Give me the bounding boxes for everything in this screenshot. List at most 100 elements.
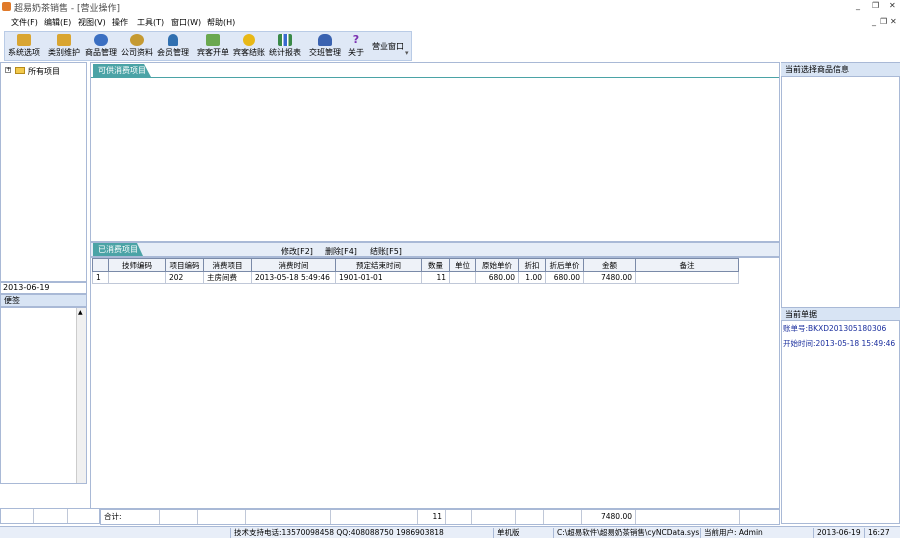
bill-number: 账单号:BKXD201305180306	[783, 324, 887, 333]
package-icon	[206, 34, 220, 46]
col-planned-end-time[interactable]: 预定结束时间	[335, 258, 422, 272]
about-button[interactable]: ? 关于	[346, 34, 366, 60]
tree-root-label[interactable]: 所有项目	[28, 66, 60, 77]
note-textarea[interactable]	[0, 307, 87, 484]
product-info-title: 当前选择商品信息	[781, 63, 900, 77]
current-datetime: 2013-06-19 16:27:07	[0, 282, 87, 302]
cell-planned-end-time[interactable]: 1901-01-01	[335, 271, 422, 284]
cell-discounted-price[interactable]: 680.00	[545, 271, 584, 284]
col-item-name[interactable]: 消费项目	[203, 258, 252, 272]
cell-original-price[interactable]: 680.00	[475, 271, 519, 284]
menu-tools[interactable]: 工具(T)	[137, 17, 164, 28]
menu-file[interactable]: 文件(F)	[11, 17, 38, 28]
minimize-button[interactable]: _	[856, 1, 860, 10]
guest-checkout-button[interactable]: 宾客结账	[232, 34, 266, 60]
cell-discount[interactable]: 1.00	[518, 271, 546, 284]
company-info-button[interactable]: 公司资料	[120, 34, 154, 60]
support-info: 技术支持电话:13570098458 QQ:408088750 19869038…	[230, 528, 444, 538]
tree-expand-icon[interactable]: +	[5, 67, 11, 73]
folder-icon	[15, 67, 25, 74]
tab-consumed-items[interactable]: 已消费项目	[93, 243, 143, 256]
category-tree[interactable]: + 所有项目	[0, 62, 87, 282]
current-user: 当前用户: Admin	[700, 528, 763, 538]
cell-amount[interactable]: 7480.00	[583, 271, 636, 284]
toolbar-overflow-icon[interactable]: ▾	[405, 49, 409, 57]
summary-label: 合计:	[104, 510, 160, 524]
menu-view[interactable]: 视图(V)	[78, 17, 106, 28]
product-management-label: 商品管理	[85, 48, 117, 57]
col-technician-code[interactable]: 技师编码	[108, 258, 166, 272]
grid-header-row: 技师编码 项目编码 消费项目 消费时间 预定结束时间 数量 单位 原始单价 折扣…	[92, 258, 739, 272]
category-maintenance-label: 类别维护	[48, 48, 80, 57]
cell-unit[interactable]	[449, 271, 476, 284]
cell-consume-time[interactable]: 2013-05-18 5:49:46	[251, 271, 336, 284]
statistics-report-label: 统计报表	[269, 48, 301, 57]
col-discounted-price[interactable]: 折后单价	[545, 258, 584, 272]
cell-quantity[interactable]: 11	[421, 271, 450, 284]
menu-help[interactable]: 帮助(H)	[207, 17, 235, 28]
menu-operation[interactable]: 操作	[112, 17, 128, 28]
member-management-button[interactable]: 会员管理	[156, 34, 190, 60]
col-consume-time[interactable]: 消费时间	[251, 258, 336, 272]
close-button[interactable]: ✕	[889, 1, 896, 10]
col-original-price[interactable]: 原始单价	[475, 258, 519, 272]
col-remark[interactable]: 备注	[635, 258, 739, 272]
member-management-label: 会员管理	[157, 48, 189, 57]
statistics-report-button[interactable]: 统计报表	[268, 34, 302, 60]
summary-amount: 7480.00	[582, 510, 636, 524]
guest-open-bill-button[interactable]: 宾客开单	[196, 34, 230, 60]
table-row[interactable]: 1 202 主房间费 2013-05-18 5:49:46 1901-01-01…	[92, 271, 739, 284]
note-scrollbar[interactable]: ▲	[76, 308, 86, 483]
edit-button[interactable]: 修改[F2]	[281, 246, 313, 257]
cell-item-code[interactable]: 202	[165, 271, 204, 284]
note-title: 便签	[0, 294, 87, 307]
consumed-items-bar: 已消费项目 修改[F2] 删除[F4] 结账[F5]	[90, 242, 780, 257]
consumed-items-panel	[90, 257, 780, 509]
status-bar: 技术支持电话:13570098458 QQ:408088750 19869038…	[0, 526, 900, 538]
menu-edit[interactable]: 编辑(E)	[44, 17, 71, 28]
col-quantity[interactable]: 数量	[421, 258, 450, 272]
summary-bar: 合计: 11 7480.00	[100, 509, 780, 525]
people-icon	[318, 34, 332, 46]
chart-icon	[278, 34, 292, 46]
app-icon	[2, 2, 11, 11]
guest-checkout-label: 宾客结账	[233, 48, 265, 57]
col-item-code[interactable]: 项目编码	[165, 258, 204, 272]
category-maintenance-button[interactable]: 类别维护	[47, 34, 81, 60]
person-icon	[168, 34, 178, 46]
key-icon	[57, 34, 71, 46]
col-discount[interactable]: 折扣	[518, 258, 546, 272]
window-title: 超易奶茶销售 - [营业操作]	[14, 4, 120, 14]
checkout-button[interactable]: 结账[F5]	[370, 246, 402, 257]
mdi-minimize-button[interactable]: _	[872, 17, 876, 26]
menu-window[interactable]: 窗口(W)	[171, 17, 201, 28]
mdi-restore-button[interactable]: ❐	[880, 17, 887, 26]
system-options-button[interactable]: 系统选项	[8, 34, 40, 60]
col-index[interactable]	[92, 258, 109, 272]
cell-remark[interactable]	[635, 271, 739, 284]
maximize-button[interactable]: ❐	[872, 1, 879, 10]
system-options-label: 系统选项	[8, 48, 40, 57]
menu-bar: 文件(F) 编辑(E) 视图(V) 操作 工具(T) 窗口(W) 帮助(H) _…	[0, 15, 900, 29]
shift-management-button[interactable]: 交班管理	[308, 34, 342, 60]
scroll-up-icon[interactable]: ▲	[78, 309, 83, 316]
bill-start-time: 开始时间:2013-05-18 15:49:46	[783, 339, 896, 348]
col-amount[interactable]: 金额	[583, 258, 636, 272]
consumed-items-grid[interactable]: 技师编码 项目编码 消费项目 消费时间 预定结束时间 数量 单位 原始单价 折扣…	[92, 258, 739, 284]
tab-available-items[interactable]: 可供消费项目	[93, 64, 151, 77]
key-icon	[17, 34, 31, 46]
product-management-button[interactable]: 商品管理	[84, 34, 118, 60]
mdi-close-button[interactable]: ✕	[890, 17, 897, 26]
coin-icon	[243, 34, 255, 46]
cell-index[interactable]: 1	[92, 271, 109, 284]
delete-button[interactable]: 删除[F4]	[325, 246, 357, 257]
left-footer	[0, 508, 100, 524]
col-unit[interactable]: 单位	[449, 258, 476, 272]
bill-title: 当前单据	[781, 307, 900, 321]
gear-icon	[130, 34, 144, 46]
cell-technician-code[interactable]	[108, 271, 166, 284]
cell-item-name[interactable]: 主房间费	[203, 271, 252, 284]
business-window-button[interactable]: 营业窗口	[372, 41, 404, 52]
status-date: 2013-06-19	[813, 528, 861, 538]
company-info-label: 公司资料	[121, 48, 153, 57]
